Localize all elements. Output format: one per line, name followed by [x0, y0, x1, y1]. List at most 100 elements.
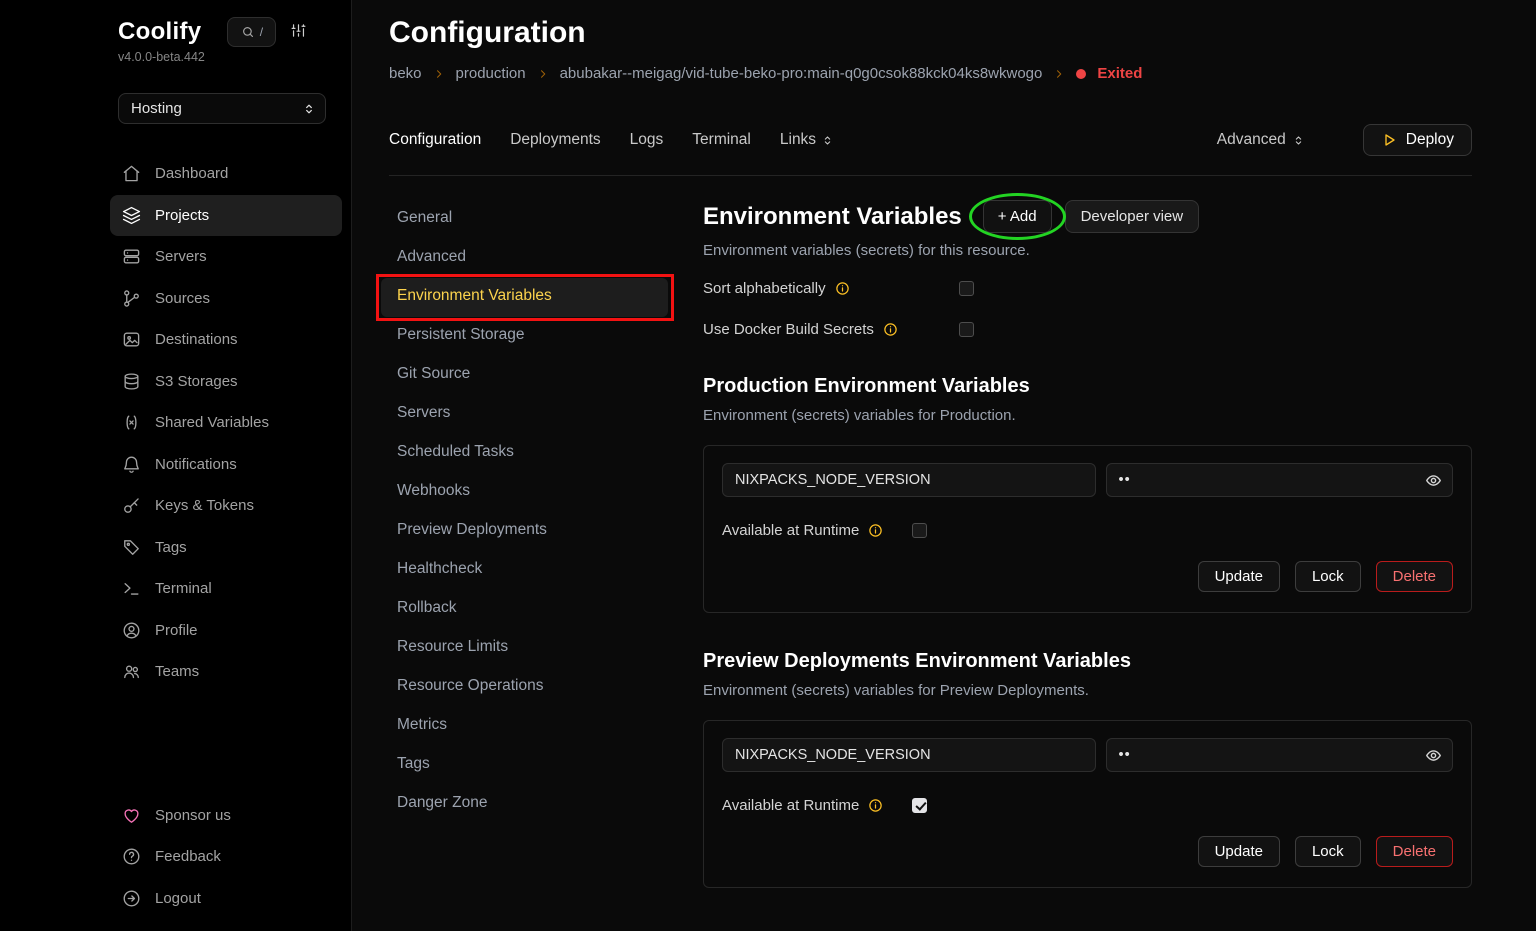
- tag-icon: [122, 538, 141, 557]
- chevrons-up-down-icon: [1292, 134, 1305, 147]
- sidebar-item-feedback[interactable]: Feedback: [110, 836, 342, 878]
- sidebar-item-label: Feedback: [155, 848, 221, 865]
- delete-button[interactable]: Delete: [1376, 561, 1453, 592]
- subnav-item-metrics[interactable]: Metrics: [381, 707, 668, 746]
- sidebar-item-s3-storages[interactable]: S3 Storages: [110, 361, 342, 403]
- breadcrumb-resource[interactable]: abubakar--meigag/vid-tube-beko-pro:main-…: [560, 65, 1043, 82]
- sidebar-item-label: S3 Storages: [155, 373, 238, 390]
- search-icon: [241, 25, 255, 39]
- search-button[interactable]: /: [227, 17, 276, 47]
- subnav-item-resource-operations[interactable]: Resource Operations: [381, 668, 668, 707]
- sidebar-item-servers[interactable]: Servers: [110, 236, 342, 278]
- tab-links[interactable]: Links: [780, 131, 834, 149]
- subnav-item-webhooks[interactable]: Webhooks: [381, 473, 668, 512]
- sidebar-item-teams[interactable]: Teams: [110, 651, 342, 693]
- sliders-icon: [290, 22, 307, 39]
- play-icon: [1381, 132, 1397, 148]
- sidebar-item-logout[interactable]: Logout: [110, 878, 342, 920]
- eye-icon: [1425, 747, 1442, 764]
- variable-key-input[interactable]: [722, 738, 1096, 772]
- available-at-runtime-checkbox[interactable]: [912, 523, 927, 538]
- subnav-item-general[interactable]: General: [381, 200, 668, 239]
- variable-value-input[interactable]: [1106, 738, 1454, 772]
- deploy-button[interactable]: Deploy: [1363, 124, 1472, 156]
- reveal-value-button[interactable]: [1425, 747, 1442, 764]
- sidebar-item-tags[interactable]: Tags: [110, 527, 342, 569]
- sidebar-item-label: Notifications: [155, 456, 237, 473]
- tab-configuration[interactable]: Configuration: [389, 131, 481, 149]
- variable-inputs-row: [722, 463, 1453, 497]
- sidebar: Coolify / v4.0.0-beta.442 Hosting Dashbo…: [0, 0, 352, 931]
- subnav-item-servers[interactable]: Servers: [381, 395, 668, 434]
- subnav-item-resource-limits[interactable]: Resource Limits: [381, 629, 668, 668]
- sidebar-item-shared-variables[interactable]: Shared Variables: [110, 402, 342, 444]
- sidebar-item-destinations[interactable]: Destinations: [110, 319, 342, 361]
- sidebar-item-profile[interactable]: Profile: [110, 610, 342, 652]
- sidebar-item-terminal[interactable]: Terminal: [110, 568, 342, 610]
- info-icon: [883, 322, 898, 337]
- breadcrumb-environment[interactable]: production: [456, 65, 526, 82]
- sidebar-item-sources[interactable]: Sources: [110, 278, 342, 320]
- team-select[interactable]: Hosting: [118, 93, 326, 124]
- add-button-wrap: + Add: [983, 200, 1052, 233]
- lock-button[interactable]: Lock: [1295, 561, 1361, 592]
- sidebar-item-label: Servers: [155, 248, 207, 265]
- variable-icon: [122, 413, 141, 432]
- subnav-item-preview-deployments[interactable]: Preview Deployments: [381, 512, 668, 551]
- subnav-item-persistent-storage[interactable]: Persistent Storage: [381, 317, 668, 356]
- variable-value-input[interactable]: [1106, 463, 1454, 497]
- subnav-item-healthcheck[interactable]: Healthcheck: [381, 551, 668, 590]
- variable-value-wrap: [1106, 463, 1454, 497]
- sort-label: Sort alphabetically: [703, 280, 826, 297]
- tab-deployments[interactable]: Deployments: [510, 131, 600, 149]
- update-button[interactable]: Update: [1198, 561, 1280, 592]
- chevrons-up-down-icon: [821, 134, 834, 147]
- coolify-app: Coolify / v4.0.0-beta.442 Hosting Dashbo…: [0, 0, 1536, 931]
- tab-links-label: Links: [780, 131, 816, 149]
- sidebar-item-keys-tokens[interactable]: Keys & Tokens: [110, 485, 342, 527]
- delete-button[interactable]: Delete: [1376, 836, 1453, 867]
- runtime-label-group: Available at Runtime: [722, 522, 912, 539]
- reveal-value-button[interactable]: [1425, 472, 1442, 489]
- breadcrumb-project[interactable]: beko: [389, 65, 422, 82]
- available-at-runtime-checkbox[interactable]: [912, 798, 927, 813]
- advanced-label: Advanced: [1217, 131, 1286, 149]
- heart-icon: [122, 806, 141, 825]
- chevrons-up-down-icon: [302, 102, 316, 116]
- subnav-item-environment-variables[interactable]: Environment Variables: [381, 278, 668, 317]
- status-dot: [1076, 69, 1086, 79]
- variable-key-input[interactable]: [722, 463, 1096, 497]
- panel-subtitle: Environment variables (secrets) for this…: [703, 242, 1472, 259]
- subnav-item-tags[interactable]: Tags: [381, 746, 668, 785]
- sidebar-item-sponsor[interactable]: Sponsor us: [110, 795, 342, 837]
- subnav-item-scheduled-tasks[interactable]: Scheduled Tasks: [381, 434, 668, 473]
- subnav-item-rollback[interactable]: Rollback: [381, 590, 668, 629]
- sidebar-item-projects[interactable]: Projects: [110, 195, 342, 237]
- panel-head: Environment Variables + Add Developer vi…: [703, 200, 1472, 233]
- environment-variables-panel: Environment Variables + Add Developer vi…: [703, 200, 1472, 931]
- chevron-right-icon: [1053, 68, 1065, 80]
- sidebar-header: Coolify /: [118, 17, 341, 47]
- chevron-right-icon: [537, 68, 549, 80]
- sidebar-item-dashboard[interactable]: Dashboard: [110, 153, 342, 195]
- docker-secrets-label: Use Docker Build Secrets: [703, 321, 874, 338]
- tab-terminal[interactable]: Terminal: [692, 131, 751, 149]
- sort-alphabetically-checkbox[interactable]: [959, 281, 974, 296]
- settings-sliders-button[interactable]: [290, 22, 307, 42]
- subnav-item-git-source[interactable]: Git Source: [381, 356, 668, 395]
- lock-button[interactable]: Lock: [1295, 836, 1361, 867]
- tab-logs[interactable]: Logs: [630, 131, 664, 149]
- preview-section-title: Preview Deployments Environment Variable…: [703, 650, 1472, 673]
- sidebar-item-label: Shared Variables: [155, 414, 269, 431]
- subnav-item-danger-zone[interactable]: Danger Zone: [381, 785, 668, 824]
- subnav-item-advanced[interactable]: Advanced: [381, 239, 668, 278]
- add-variable-button[interactable]: + Add: [983, 200, 1052, 233]
- docker-build-secrets-checkbox[interactable]: [959, 322, 974, 337]
- advanced-dropdown[interactable]: Advanced: [1217, 131, 1305, 149]
- update-button[interactable]: Update: [1198, 836, 1280, 867]
- app-logo: Coolify: [118, 18, 201, 46]
- sidebar-item-notifications[interactable]: Notifications: [110, 444, 342, 486]
- developer-view-button[interactable]: Developer view: [1065, 200, 1200, 233]
- sidebar-footer-nav: Sponsor us Feedback Logout: [118, 795, 341, 920]
- production-section-title: Production Environment Variables: [703, 375, 1472, 398]
